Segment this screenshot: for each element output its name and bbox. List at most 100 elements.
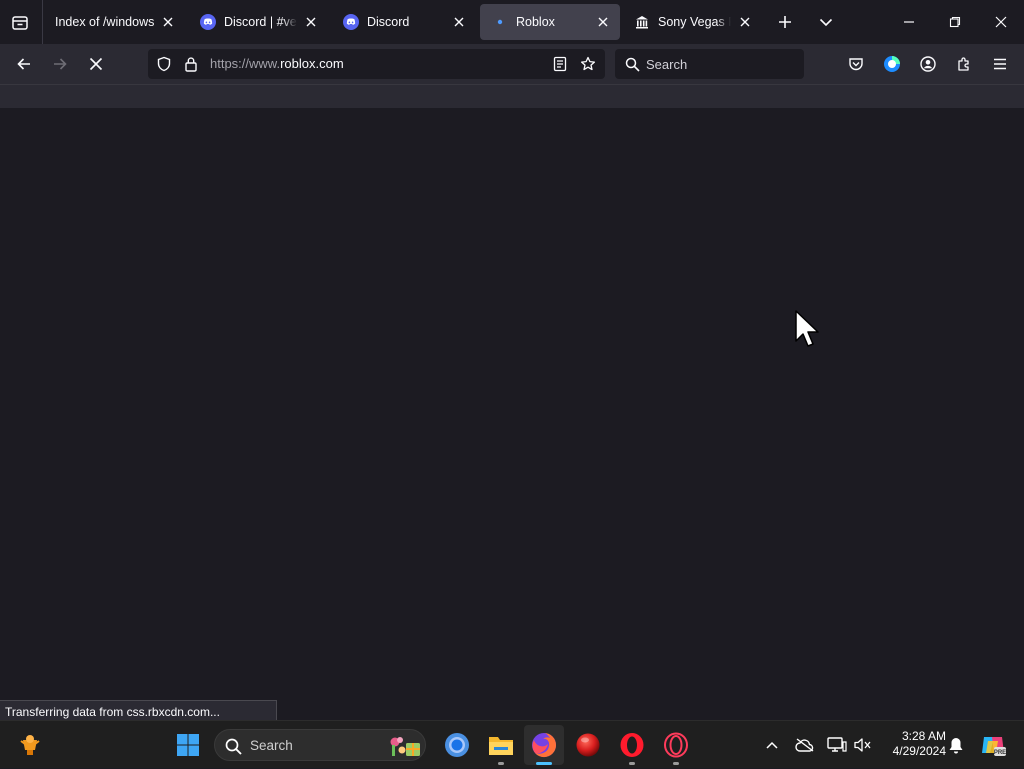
restore-icon <box>949 16 961 28</box>
pocket-icon <box>849 58 863 71</box>
chevron-down-icon <box>819 18 833 27</box>
svg-text:PRE: PRE <box>994 750 1006 756</box>
notifications-button[interactable] <box>946 735 966 755</box>
url-text[interactable]: https://www.roblox.com <box>210 56 344 71</box>
arrow-left-icon <box>17 58 30 70</box>
address-bar[interactable]: https://www.roblox.com <box>148 49 605 79</box>
tab-title: Discord | #verify <box>224 15 297 29</box>
show-hidden-icons-button[interactable] <box>762 735 782 755</box>
minimize-icon <box>904 21 914 23</box>
toolbar-strip <box>0 84 1024 108</box>
tab-title: Sony Vegas Pro <box>658 15 731 29</box>
start-button[interactable] <box>168 721 208 769</box>
tab-sony-vegas-pro[interactable]: Sony Vegas Pro <box>622 4 762 40</box>
mouse-cursor-icon <box>795 310 819 347</box>
app-menu-button[interactable] <box>988 52 1012 76</box>
pocket-button[interactable] <box>844 52 868 76</box>
extension-circle-icon <box>884 56 900 72</box>
tab-close-icon[interactable] <box>737 14 753 30</box>
weather-widget-icon <box>20 735 40 755</box>
running-indicator <box>629 762 635 765</box>
navigation-toolbar: https://www.roblox.com Search <box>0 44 1024 84</box>
opera-gx-icon <box>664 732 688 758</box>
tab-index-of-windows[interactable]: Index of /windows/ <box>47 4 185 40</box>
forward-button[interactable] <box>46 52 74 76</box>
puzzle-icon <box>958 57 969 71</box>
cloud-offline-icon <box>795 738 814 752</box>
taskbar-app-red-ball[interactable] <box>568 721 608 769</box>
chevron-up-icon <box>766 741 778 749</box>
back-button[interactable] <box>10 52 38 76</box>
new-tab-button[interactable] <box>773 10 797 34</box>
status-panel: Transferring data from css.rbxcdn.com... <box>0 700 277 720</box>
search-bar[interactable]: Search <box>615 49 804 79</box>
discord-icon <box>343 14 359 30</box>
plus-icon <box>779 16 791 28</box>
account-icon <box>920 56 936 72</box>
search-icon <box>224 737 242 755</box>
search-icon <box>624 56 640 72</box>
discord-icon <box>200 14 216 30</box>
taskbar: Search 3:28 AM 4/29/2024 PRE <box>0 720 1024 768</box>
taskbar-search-box[interactable]: Search <box>214 729 426 761</box>
search-highlight-icon <box>387 734 423 758</box>
page-content[interactable] <box>0 108 1024 720</box>
bank-icon <box>634 14 650 30</box>
tab-title: Roblox <box>516 15 555 29</box>
tab-title: Index of /windows/ <box>55 15 154 29</box>
taskbar-app-opera-gx[interactable] <box>656 721 696 769</box>
account-button[interactable] <box>916 52 940 76</box>
opera-icon <box>620 733 644 757</box>
tab-close-icon[interactable] <box>160 14 176 30</box>
hamburger-menu-icon <box>994 58 1006 70</box>
lock-icon[interactable] <box>182 55 200 73</box>
tab-title: Discord <box>367 15 410 29</box>
running-indicator <box>498 762 504 765</box>
search-placeholder: Search <box>646 57 688 72</box>
url-scheme: https://www. <box>210 56 281 71</box>
minimize-button[interactable] <box>890 6 928 38</box>
tab-separator <box>42 0 43 44</box>
widgets-button[interactable] <box>10 721 50 769</box>
clock-time: 3:28 AM <box>901 729 946 743</box>
copilot-icon: PRE <box>982 737 1006 756</box>
tab-roblox[interactable]: Roblox <box>480 4 620 40</box>
taskbar-app-chrome[interactable] <box>437 721 477 769</box>
tab-discord[interactable]: Discord <box>331 4 476 40</box>
running-indicator <box>673 762 679 765</box>
taskbar-app-file-explorer[interactable] <box>481 721 521 769</box>
arrow-right-icon <box>54 58 67 70</box>
taskbar-search-placeholder: Search <box>250 738 293 753</box>
tab-close-icon[interactable] <box>595 14 611 30</box>
file-explorer-icon <box>489 737 513 755</box>
list-all-tabs-button[interactable] <box>814 10 838 34</box>
tab-strip: Index of /windows/ Discord | #verify Dis… <box>0 0 1024 44</box>
taskbar-app-firefox[interactable] <box>524 725 564 765</box>
tab-close-icon[interactable] <box>303 14 319 30</box>
close-icon <box>995 16 1007 28</box>
active-indicator <box>536 762 552 765</box>
windows-logo-icon <box>177 734 199 756</box>
firefox-icon <box>532 733 557 758</box>
tab-close-icon[interactable] <box>451 14 467 30</box>
stop-button[interactable] <box>82 52 110 76</box>
extension-button[interactable] <box>880 52 904 76</box>
tab-discord-verify[interactable]: Discord | #verify <box>188 4 328 40</box>
taskbar-app-opera[interactable] <box>612 721 652 769</box>
loading-dot-icon <box>492 14 508 30</box>
copilot-button[interactable]: PRE <box>978 731 1008 759</box>
restore-button[interactable] <box>936 6 974 38</box>
network-tray-button[interactable] <box>826 735 848 755</box>
shield-icon[interactable] <box>155 55 173 73</box>
reader-view-icon[interactable] <box>551 55 569 73</box>
onedrive-tray-button[interactable] <box>794 735 816 755</box>
close-window-button[interactable] <box>982 6 1020 38</box>
firefox-view-button[interactable] <box>9 12 31 34</box>
extensions-button[interactable] <box>952 52 976 76</box>
bell-icon <box>949 737 963 753</box>
red-ball-app-icon <box>576 733 600 757</box>
system-clock[interactable]: 3:28 AM 4/29/2024 <box>880 729 946 759</box>
bookmark-star-icon[interactable] <box>579 55 597 73</box>
volume-tray-button[interactable] <box>852 735 874 755</box>
stop-icon <box>89 57 103 71</box>
